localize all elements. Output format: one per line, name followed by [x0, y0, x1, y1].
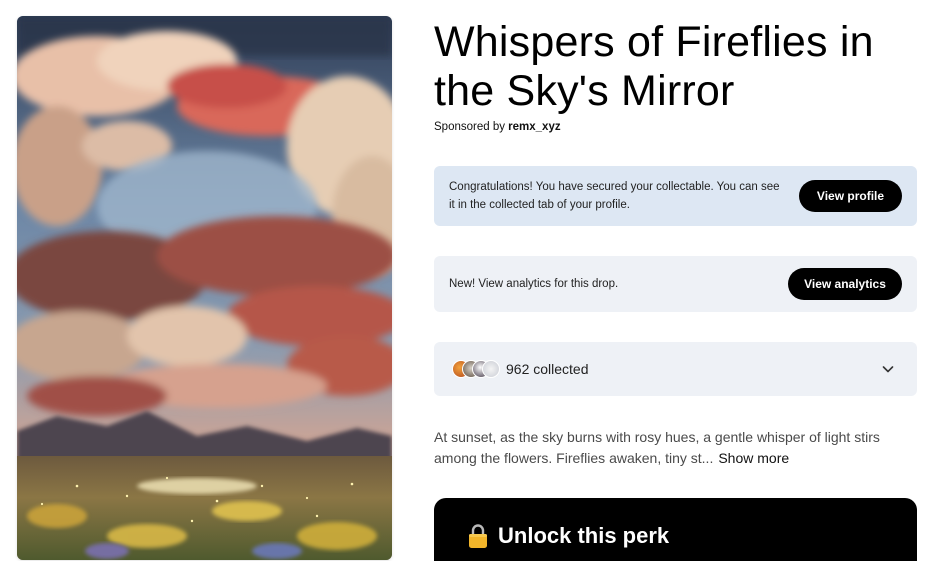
chevron-down-icon[interactable] — [881, 362, 895, 376]
drop-description: At sunset, as the sky burns with rosy hu… — [434, 427, 917, 469]
view-analytics-button[interactable]: View analytics — [788, 268, 902, 300]
view-profile-button[interactable]: View profile — [799, 180, 902, 212]
painting-of-clouds-over-flower-meadow — [17, 16, 392, 560]
unlock-perk-button[interactable]: Unlock this perk — [434, 498, 917, 561]
artwork-image[interactable] — [17, 16, 392, 560]
unlock-perk-label: Unlock this perk — [498, 523, 670, 548]
sponsor-prefix: Sponsored by — [434, 121, 505, 133]
collected-count: 962 collected — [506, 361, 589, 377]
congrats-banner: Congratulations! You have secured your c… — [434, 166, 917, 226]
sponsor-name[interactable]: remx_xyz — [508, 121, 560, 133]
sponsor-line: Sponsored by remx_xyz — [434, 121, 561, 133]
collector-avatars — [452, 360, 500, 378]
analytics-text: New! View analytics for this drop. — [449, 278, 619, 290]
analytics-banner: New! View analytics for this drop. View … — [434, 256, 917, 312]
show-more-link[interactable]: Show more — [718, 450, 789, 466]
avatar — [482, 360, 500, 378]
description-text: At sunset, as the sky burns with rosy hu… — [434, 429, 880, 466]
lock-icon — [469, 524, 487, 548]
collected-dropdown[interactable]: 962 collected — [434, 342, 917, 396]
drop-page: Whispers of Fireflies in the Sky's Mirro… — [0, 0, 939, 561]
drop-title: Whispers of Fireflies in the Sky's Mirro… — [434, 18, 874, 115]
congrats-text: Congratulations! You have secured your c… — [449, 181, 780, 211]
